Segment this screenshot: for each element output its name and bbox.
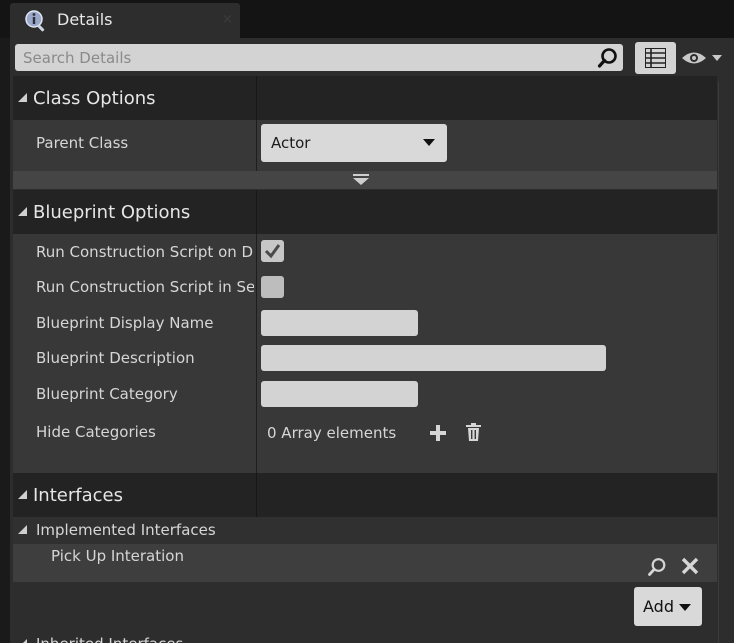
column-divider[interactable]	[256, 473, 257, 517]
tab-details[interactable]: Details ×	[10, 3, 240, 38]
search-icon[interactable]	[597, 47, 619, 69]
column-divider[interactable]	[256, 190, 257, 234]
add-button-label: Add	[643, 597, 674, 616]
implemented-interfaces-label: Implemented Interfaces	[36, 521, 216, 539]
browse-magnifier-icon[interactable]	[647, 557, 667, 577]
blueprint-display-name-label: Blueprint Display Name	[36, 314, 214, 332]
parent-class-label: Parent Class	[36, 134, 129, 152]
search-box	[15, 44, 623, 71]
chevron-down-icon	[679, 604, 691, 611]
category-title: Interfaces	[33, 485, 123, 506]
run-construction-drag-checkbox[interactable]	[261, 240, 284, 262]
trash-icon[interactable]	[465, 423, 482, 442]
advanced-expander[interactable]	[13, 171, 717, 189]
implemented-interfaces-header[interactable]: Implemented Interfaces	[13, 517, 717, 544]
hide-categories-count: 0 Array elements	[267, 424, 397, 442]
category-title: Class Options	[33, 88, 156, 109]
collapse-arrow-icon[interactable]	[18, 207, 27, 216]
column-divider[interactable]	[256, 76, 257, 120]
hide-categories-label: Hide Categories	[36, 423, 156, 441]
parent-class-value: Actor	[271, 134, 311, 152]
collapse-arrow-icon[interactable]	[18, 490, 27, 499]
plus-icon[interactable]	[429, 424, 447, 442]
category-class-options[interactable]: Class Options	[13, 76, 717, 120]
view-options-eye-icon[interactable]	[680, 47, 728, 69]
parent-class-dropdown[interactable]: Actor	[261, 124, 447, 162]
add-interface-button[interactable]: Add	[634, 587, 702, 626]
blueprint-category-label: Blueprint Category	[36, 385, 178, 403]
tab-strip: Details ×	[0, 0, 734, 38]
property-matrix-button[interactable]	[635, 42, 676, 74]
blueprint-category-field[interactable]	[261, 381, 418, 407]
category-blueprint-options[interactable]: Blueprint Options	[13, 190, 717, 234]
inherited-interfaces-label: Inherited Interfaces	[36, 635, 183, 643]
info-icon	[25, 10, 45, 32]
run-construction-drag-label: Run Construction Script on Drag	[36, 243, 254, 261]
search-input[interactable]	[15, 44, 595, 71]
blueprint-display-name-field[interactable]	[261, 310, 418, 336]
column-divider[interactable]	[256, 120, 257, 171]
details-panel: Class Options Parent Class Actor Bluepri…	[10, 38, 734, 643]
column-divider[interactable]	[256, 234, 257, 473]
expand-advanced-icon	[353, 174, 369, 185]
collapse-arrow-icon[interactable]	[18, 525, 27, 534]
collapse-arrow-icon[interactable]	[18, 93, 27, 102]
category-title: Blueprint Options	[33, 202, 191, 223]
inherited-interfaces-header[interactable]: Inherited Interfaces	[13, 633, 717, 643]
tab-close-icon[interactable]: ×	[222, 12, 233, 27]
blueprint-description-label: Blueprint Description	[36, 349, 195, 367]
run-construction-sequencer-checkbox[interactable]	[261, 276, 284, 298]
list-item[interactable]: Pick Up Interation	[13, 544, 717, 582]
collapse-arrow-icon[interactable]	[18, 639, 27, 643]
chevron-down-icon	[423, 139, 435, 146]
run-construction-sequencer-label: Run Construction Script in Sequencer	[36, 278, 254, 296]
checkmark-icon	[264, 244, 281, 259]
category-interfaces[interactable]: Interfaces	[13, 473, 717, 517]
blueprint-description-field[interactable]	[261, 345, 606, 371]
grid-list-icon	[645, 48, 666, 68]
scrollbar-track[interactable]	[718, 82, 719, 643]
interface-name: Pick Up Interation	[51, 547, 184, 565]
close-icon[interactable]	[681, 557, 699, 575]
tab-title: Details	[57, 10, 113, 29]
